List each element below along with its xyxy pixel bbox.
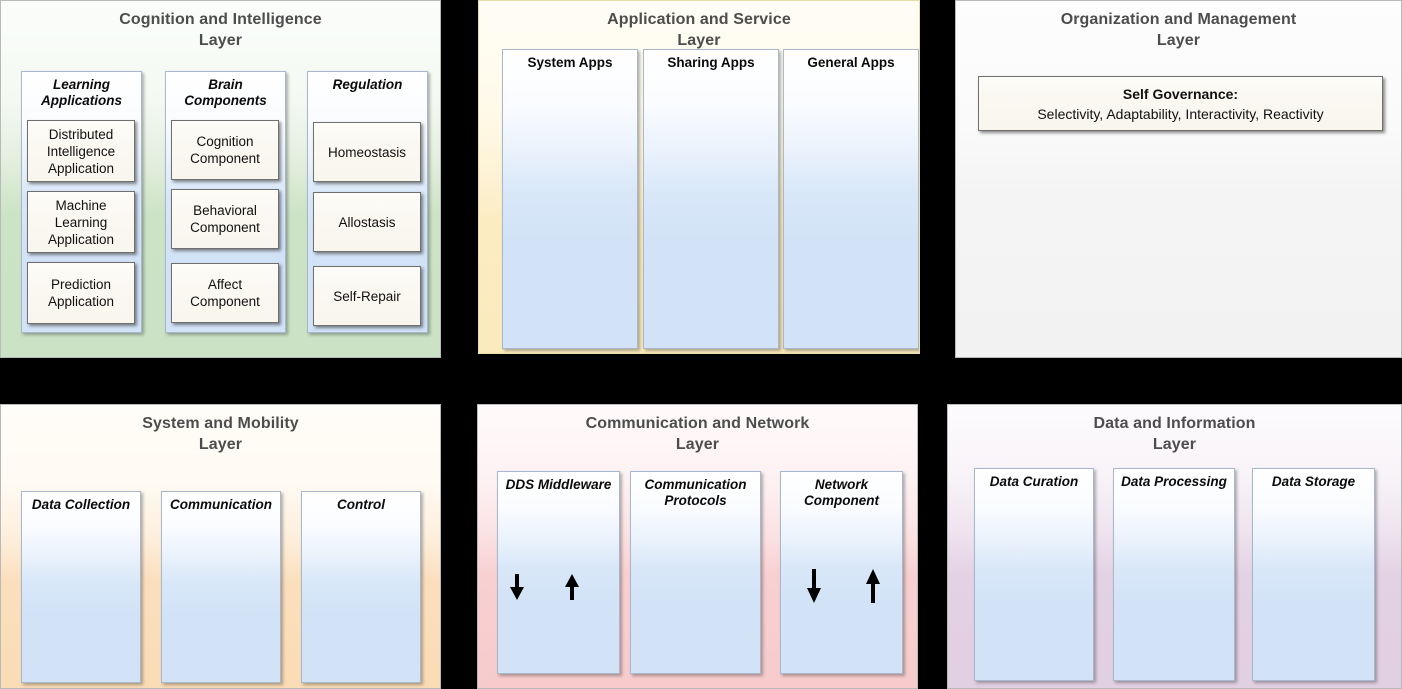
arrow-dht-to-publisher-subscriber-down xyxy=(508,574,526,600)
column-title: Communication xyxy=(169,497,272,512)
self-governance-heading: Self Governance: xyxy=(1122,85,1239,102)
column-data-curation: Data Curation xyxy=(974,468,1094,681)
box-homeostasis[interactable]: Homeostasis xyxy=(313,122,421,182)
panel-communication-and-network-layer: Communication and Network Layer DDS Midd… xyxy=(477,404,918,689)
arrow-vanet-to-edge-network-up xyxy=(864,569,882,603)
box-prediction-application[interactable]: Prediction Application xyxy=(27,262,135,324)
column-title: Data Storage xyxy=(1271,474,1356,489)
column-system-apps: System Apps xyxy=(502,49,638,349)
column-data-collection: Data Collection xyxy=(21,491,141,683)
column-title: Sharing Apps xyxy=(667,55,755,70)
arrow-edge-network-to-vanet-down xyxy=(805,569,823,603)
column-title: Data Curation xyxy=(989,474,1079,489)
panel-title: Communication and Network Layer xyxy=(585,415,810,453)
box-behavioral-component[interactable]: Behavioral Component xyxy=(171,189,279,249)
panel-application-and-service-layer: Application and Service Layer System App… xyxy=(478,0,920,354)
column-title: DDS Middleware xyxy=(505,477,612,492)
box-self-governance-banner[interactable]: Self Governance: Selectivity, Adaptabili… xyxy=(978,76,1383,131)
box-allostasis[interactable]: Allostasis xyxy=(313,192,421,252)
column-general-apps: General Apps xyxy=(783,49,919,349)
panel-title: Application and Service Layer xyxy=(607,11,791,49)
column-title: Data Processing xyxy=(1121,474,1227,489)
box-self-repair[interactable]: Self-Repair xyxy=(313,266,421,326)
panel-cognition-and-intelligence-layer: Cognition and Intelligence Layer Learnin… xyxy=(0,0,441,358)
self-governance-body: Selectivity, Adaptability, Interactivity… xyxy=(1037,105,1324,122)
column-title: Communication Protocols xyxy=(644,477,747,508)
box-affect-component[interactable]: Affect Component xyxy=(171,263,279,323)
column-communication-protocols: Communication Protocols xyxy=(630,471,761,674)
panel-title: Data and Information Layer xyxy=(1093,415,1256,453)
arrow-publisher-subscriber-to-dht-up xyxy=(563,574,581,600)
column-control: Control xyxy=(301,491,421,683)
panel-organization-and-management-layer: Organization and Management Layer Self G… xyxy=(955,0,1402,358)
column-title: Control xyxy=(337,497,385,512)
panel-title: System and Mobility Layer xyxy=(142,415,299,453)
box-cognition-component[interactable]: Cognition Component xyxy=(171,120,279,180)
column-communication: Communication xyxy=(161,491,281,683)
panel-title: Organization and Management Layer xyxy=(1060,11,1297,49)
column-dds-middleware: DDS Middleware xyxy=(497,471,620,674)
column-title: Learning Applications xyxy=(40,77,122,108)
diagram-canvas: Cognition and Intelligence Layer Learnin… xyxy=(0,0,1402,689)
column-title: Network Component xyxy=(804,477,879,508)
panel-data-and-information-layer: Data and Information Layer Data Curation… xyxy=(947,404,1402,689)
column-title: Data Collection xyxy=(31,497,131,512)
column-title: Brain Components xyxy=(184,77,267,108)
column-title: System Apps xyxy=(527,55,613,70)
column-data-processing: Data Processing xyxy=(1113,468,1235,681)
box-machine-learning-application[interactable]: Machine Learning Application xyxy=(27,191,135,253)
column-title: General Apps xyxy=(807,55,895,70)
panel-title: Cognition and Intelligence Layer xyxy=(119,11,322,49)
column-sharing-apps: Sharing Apps xyxy=(643,49,779,349)
column-data-storage: Data Storage xyxy=(1252,468,1375,681)
panel-system-and-mobility-layer: System and Mobility Layer Data Collectio… xyxy=(0,404,441,689)
box-distributed-intelligence-application[interactable]: Distributed Intelligence Application xyxy=(27,120,135,182)
column-title: Regulation xyxy=(332,77,403,92)
column-network-component: Network Component xyxy=(780,471,903,674)
